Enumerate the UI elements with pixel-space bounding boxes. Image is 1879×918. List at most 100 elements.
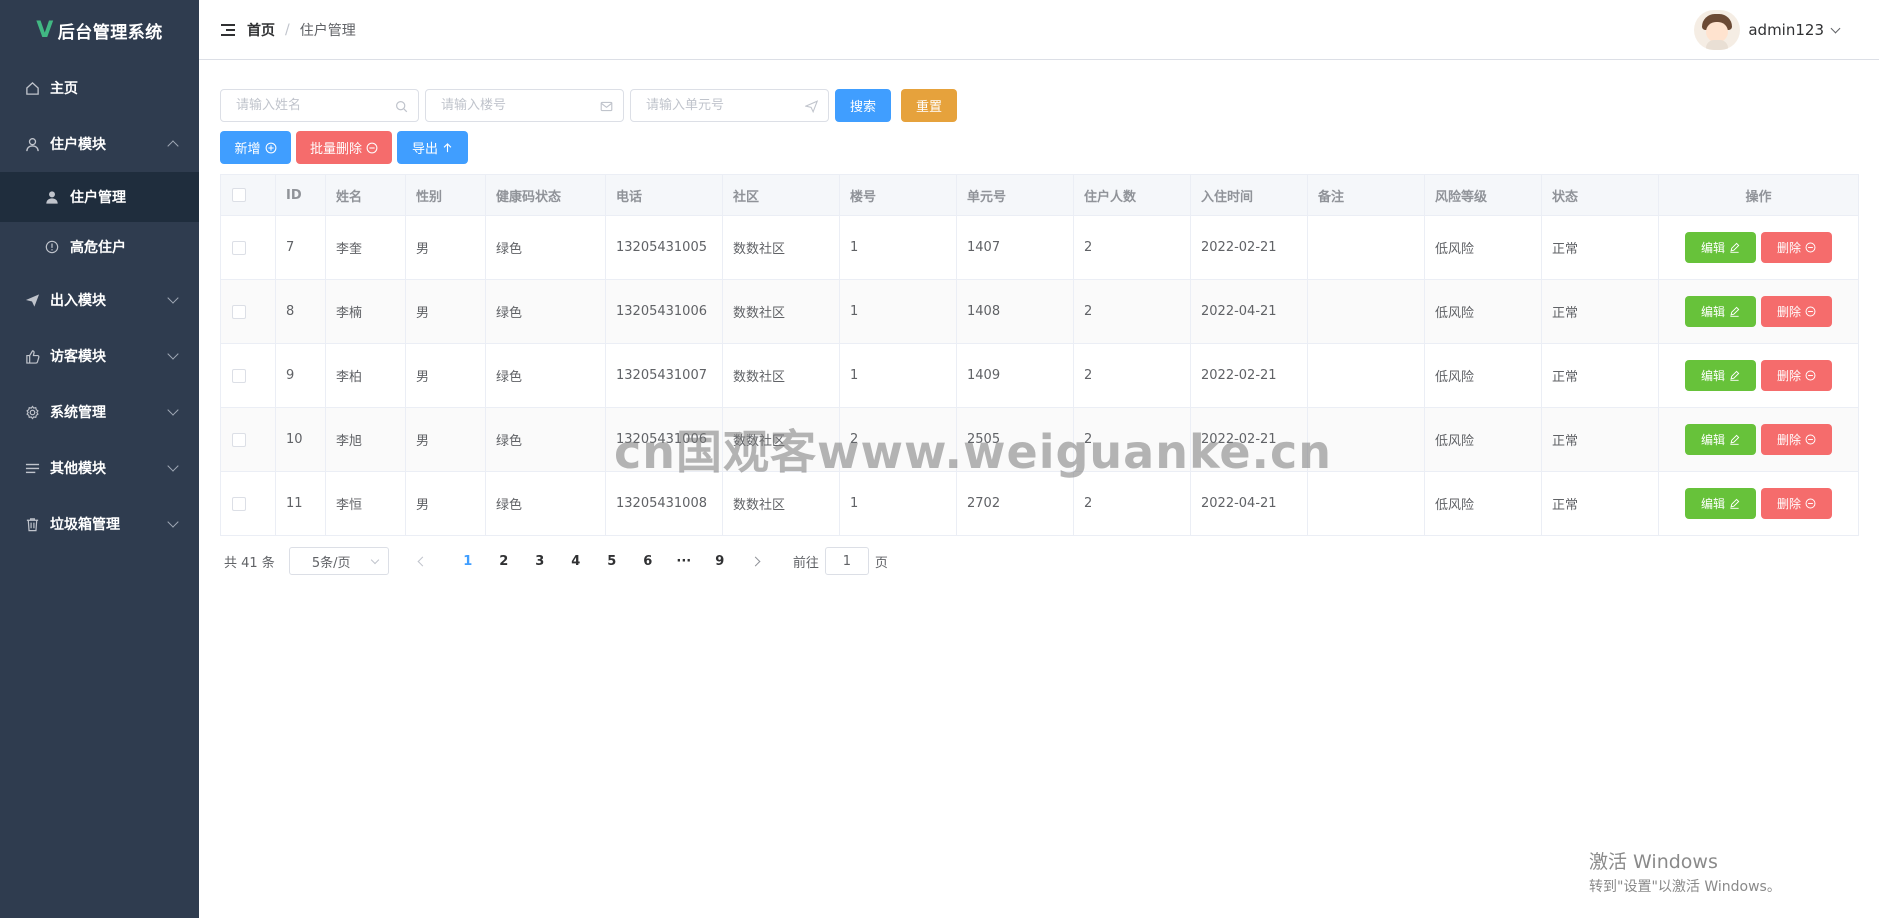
delete-button[interactable]: 删除: [1761, 488, 1832, 519]
column-header[interactable]: 风险等级: [1425, 175, 1542, 215]
edit-label: 编辑: [1700, 433, 1725, 447]
avatar[interactable]: [1694, 10, 1741, 50]
sidebar-item-resident-module[interactable]: 住户模块: [0, 116, 199, 172]
page-number[interactable]: 4: [558, 554, 594, 569]
circle-minus-icon: [1805, 434, 1816, 445]
page-number[interactable]: 2: [486, 554, 522, 569]
app-logo[interactable]: V 后台管理系统: [0, 0, 199, 60]
table-row: 9 李柏 男 绿色 13205431007 数数社区 1 1409 2 2022…: [221, 344, 1859, 408]
column-header[interactable]: 电话: [606, 175, 723, 215]
delete-button[interactable]: 删除: [1761, 360, 1832, 391]
sidebar-item-label: 其他模块: [50, 461, 106, 477]
delete-button[interactable]: 删除: [1761, 424, 1832, 455]
sidebar-item-trash-management[interactable]: 垃圾箱管理: [0, 496, 199, 552]
column-header[interactable]: 健康码状态: [486, 175, 606, 215]
cell-date: 2022-02-21: [1191, 344, 1308, 407]
cell-health: 绿色: [486, 472, 606, 535]
column-header[interactable]: 楼号: [840, 175, 957, 215]
name-search-field: [220, 89, 419, 122]
arrow-up-icon: [442, 142, 453, 154]
username[interactable]: admin123: [1748, 21, 1824, 39]
unit-search-input[interactable]: [631, 90, 828, 121]
send-icon: [804, 99, 818, 113]
sidebar: V 后台管理系统 主页 住户模块 住户管理 高危住户 出入模块 访客模块 系统管…: [0, 0, 199, 918]
search-button[interactable]: 搜索: [835, 89, 891, 122]
search-icon: [394, 99, 408, 113]
cell-date: 2022-04-21: [1191, 280, 1308, 343]
column-header[interactable]: ID: [276, 175, 326, 215]
delete-button[interactable]: 删除: [1761, 232, 1832, 263]
column-header[interactable]: 姓名: [326, 175, 406, 215]
column-header[interactable]: 状态: [1542, 175, 1659, 215]
column-header[interactable]: 住户人数: [1074, 175, 1191, 215]
table-row: 8 李楠 男 绿色 13205431006 数数社区 1 1408 2 2022…: [221, 280, 1859, 344]
sidebar-item-other-module[interactable]: 其他模块: [0, 440, 199, 496]
windows-activation-notice: 激活 Windows 转到"设置"以激活 Windows。: [1589, 847, 1781, 896]
next-page-icon[interactable]: [750, 556, 761, 566]
edit-label: 编辑: [1700, 305, 1725, 319]
breadcrumb-separator: /: [285, 21, 290, 38]
add-button[interactable]: 新增: [220, 131, 291, 164]
activation-hint: 转到"设置"以激活 Windows。: [1589, 879, 1781, 895]
column-header[interactable]: 入住时间: [1191, 175, 1308, 215]
pencil-icon: [1729, 306, 1740, 317]
chevron-down-icon: [370, 555, 380, 565]
page-size-select[interactable]: 5条/页: [288, 547, 389, 575]
reset-button[interactable]: 重置: [901, 89, 957, 122]
user-menu[interactable]: admin123: [1694, 10, 1841, 50]
column-header[interactable]: 备注: [1308, 175, 1425, 215]
delete-label: 删除: [1776, 305, 1801, 319]
edit-button[interactable]: 编辑: [1685, 424, 1756, 455]
page-number[interactable]: 5: [594, 554, 630, 569]
column-header[interactable]: 性别: [406, 175, 486, 215]
page-number[interactable]: 9: [702, 554, 738, 569]
row-checkbox[interactable]: [232, 368, 246, 383]
cell-status: 正常: [1542, 472, 1659, 535]
edit-button[interactable]: 编辑: [1685, 232, 1756, 263]
sidebar-item-home[interactable]: 主页: [0, 60, 199, 116]
row-checkbox[interactable]: [232, 432, 246, 447]
edit-button[interactable]: 编辑: [1685, 360, 1756, 391]
prev-page-icon[interactable]: [417, 556, 428, 566]
cell-note: [1308, 216, 1425, 279]
edit-button[interactable]: 编辑: [1685, 488, 1756, 519]
batch-delete-button[interactable]: 批量删除: [296, 131, 392, 164]
sidebar-item-label: 垃圾箱管理: [50, 517, 120, 533]
page-number[interactable]: 3: [522, 554, 558, 569]
sidebar-item-visitor-module[interactable]: 访客模块: [0, 328, 199, 384]
sidebar-subitem-resident-management[interactable]: 住户管理: [0, 172, 199, 222]
chevron-down-icon[interactable]: [1830, 23, 1841, 33]
edit-label: 编辑: [1700, 369, 1725, 383]
message-icon: [599, 99, 613, 113]
cell-name: 李楠: [326, 280, 406, 343]
goto-page-input[interactable]: 1: [824, 547, 869, 575]
export-button[interactable]: 导出: [397, 131, 468, 164]
row-checkbox[interactable]: [232, 496, 246, 511]
column-header[interactable]: 单元号: [957, 175, 1074, 215]
sidebar-item-system-management[interactable]: 系统管理: [0, 384, 199, 440]
sidebar-subitem-label: 住户管理: [70, 190, 126, 206]
breadcrumb-home[interactable]: 首页: [247, 20, 275, 40]
page-number[interactable]: 6: [630, 554, 666, 569]
goto-prefix: 前往: [792, 555, 819, 571]
row-checkbox[interactable]: [232, 304, 246, 319]
edit-button[interactable]: 编辑: [1685, 296, 1756, 327]
warning-circle-icon: [44, 239, 60, 255]
name-search-input[interactable]: [221, 90, 418, 121]
add-label: 新增: [234, 141, 261, 156]
cell-id: 8: [276, 280, 326, 343]
cell-gender: 男: [406, 216, 486, 279]
column-header[interactable]: 社区: [723, 175, 840, 215]
cell-gender: 男: [406, 280, 486, 343]
batch-delete-label: 批量删除: [309, 141, 362, 156]
delete-button[interactable]: 删除: [1761, 296, 1832, 327]
row-checkbox[interactable]: [232, 240, 246, 255]
page-number[interactable]: 1: [450, 554, 486, 569]
building-search-input[interactable]: [426, 90, 623, 121]
menu-fold-icon[interactable]: [221, 23, 237, 37]
page-ellipsis[interactable]: ···: [666, 554, 702, 569]
select-all-checkbox[interactable]: [232, 188, 246, 202]
sidebar-item-access-module[interactable]: 出入模块: [0, 272, 199, 328]
sidebar-item-label: 出入模块: [50, 293, 106, 309]
sidebar-subitem-high-risk-resident[interactable]: 高危住户: [0, 222, 199, 272]
